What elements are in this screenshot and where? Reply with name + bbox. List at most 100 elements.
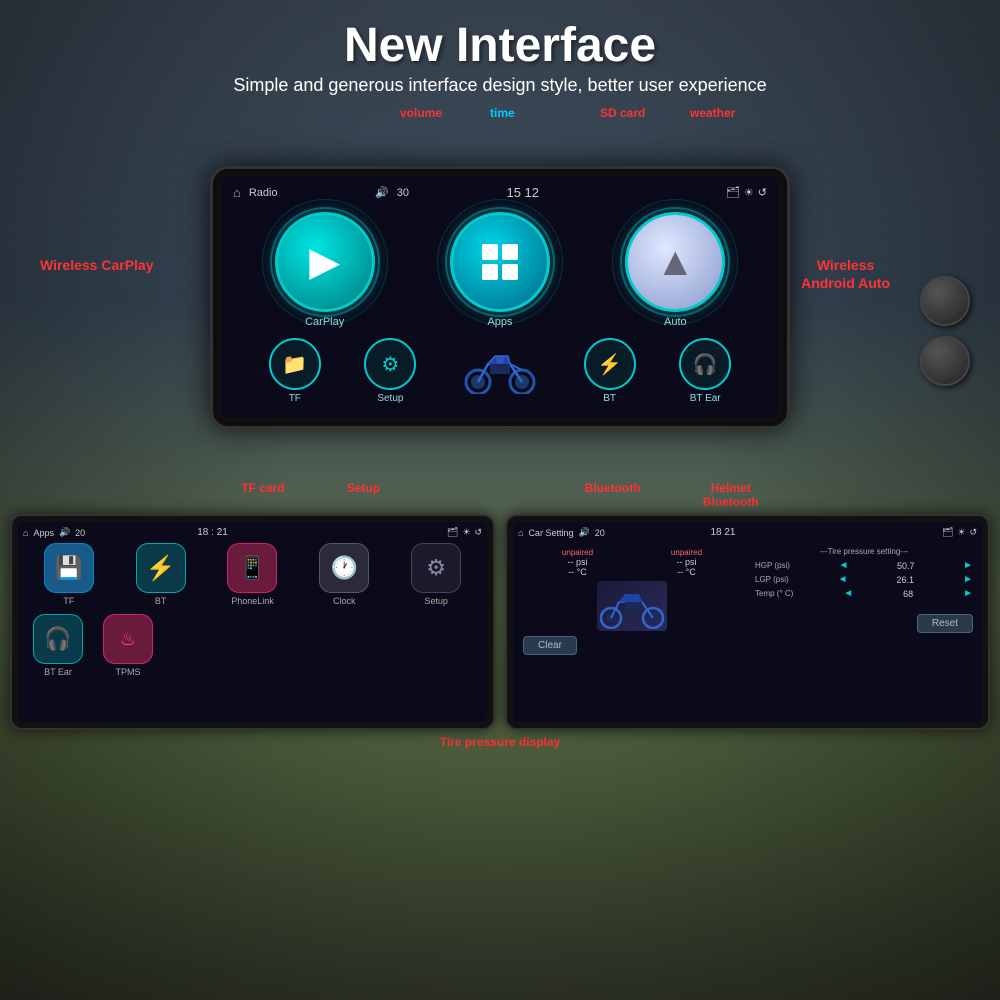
apps-vol-icon: 🔊 (59, 527, 70, 538)
bt-label: BT (603, 393, 616, 404)
bt-ear-label: BT Ear (690, 393, 721, 404)
car-home-icon: ⌂ (518, 528, 523, 538)
car-vol-icon: 🔊 (578, 527, 589, 538)
tpms-icon: ♨ (103, 614, 153, 664)
auto-button[interactable]: ▲ Auto (625, 212, 725, 328)
lgp-setting: LGP (psi) ◄ 26.1 ► (755, 574, 973, 585)
car-title: Car Setting (528, 528, 573, 538)
hgp-label: HGP (psi) (755, 561, 790, 570)
apps-row-1: 💾 TF ⚡ BT 📱 PhoneLink 🕐 Clock (23, 543, 482, 606)
tf-app[interactable]: 💾 TF (44, 543, 94, 606)
tf-app-label: TF (63, 596, 74, 606)
tire-settings-title: ---Tire pressure setting--- (755, 547, 973, 556)
wireless-carplay-label: Wireless CarPlay (40, 256, 154, 274)
auto-icon: ▲ (656, 240, 696, 285)
sd-card-label: SD card (600, 106, 645, 120)
car-right-icons: 🗂 ☀ ↺ (942, 527, 977, 538)
bt-app-icon: ⚡ (136, 543, 186, 593)
apps-home-icon: ⌂ (23, 528, 28, 538)
apps-status-bar: ⌂ Apps 🔊 20 18 : 21 🗂 ☀ ↺ (23, 527, 482, 538)
apps-right-icons: 🗂 ☀ ↺ (447, 527, 482, 538)
temp-value: 68 (903, 589, 913, 599)
back-icon: ↺ (758, 186, 767, 199)
right-tire-status: unpaired (671, 548, 702, 557)
hgp-right-arrow[interactable]: ► (963, 560, 973, 571)
car-vol-value: 20 (595, 528, 605, 538)
bt-app[interactable]: ⚡ BT (136, 543, 186, 606)
wireless-android-label: WirelessAndroid Auto (801, 256, 890, 292)
volume-label: volume (400, 106, 442, 120)
brightness-icon: ☀ (744, 186, 754, 199)
lgp-label: LGP (psi) (755, 575, 789, 584)
setup-label-annot: Setup (347, 481, 380, 509)
temp-setting: Temp (° C) ◄ 68 ► (755, 588, 973, 599)
bt-ear-app-label: BT Ear (44, 667, 72, 677)
car-back-icon: ↺ (969, 527, 977, 538)
bt-ear-icon: 🎧 (679, 338, 731, 390)
right-tire-info: unpaired -- psi -- °C (671, 548, 702, 577)
page-subtitle: Simple and generous interface design sty… (10, 75, 990, 96)
knob-2[interactable] (920, 336, 970, 386)
temp-left-arrow[interactable]: ◄ (843, 588, 853, 599)
hgp-value: 50.7 (897, 561, 915, 571)
apps-button[interactable]: Apps (450, 212, 550, 328)
clock-app[interactable]: 🕐 Clock (319, 543, 369, 606)
apps-row-2: 🎧 BT Ear ♨ TPMS (23, 614, 482, 677)
tf-app-icon: 💾 (44, 543, 94, 593)
bt-app-label: BT (155, 596, 167, 606)
tire-bottom-btns: Clear (523, 636, 741, 655)
tpms-app[interactable]: ♨ TPMS (103, 614, 153, 677)
apps-title: Apps (33, 528, 54, 538)
temp-label: Temp (° C) (755, 589, 793, 598)
apps-sd-icon: 🗂 (447, 527, 458, 538)
volume-value: 30 (397, 187, 409, 199)
setup-app-icon: ⚙ (411, 543, 461, 593)
bt-ear-button[interactable]: 🎧 BT Ear (679, 338, 731, 404)
moto-svg (460, 344, 540, 394)
bt-icon: ⚡ (584, 338, 636, 390)
main-screen: ⌂ Radio 🔊 30 15 12 🗂 ☀ ↺ (221, 177, 779, 418)
car-moto-visual (597, 581, 667, 631)
tf-icon: 📁 (269, 338, 321, 390)
helmet-bt-label: HelmetBluetooth (703, 481, 759, 509)
car-setting-content: unpaired -- psi -- °C unpaired -- psi --… (518, 543, 977, 660)
phonelink-icon: 📱 (227, 543, 277, 593)
left-temp: -- °C (562, 567, 593, 577)
car-time: 18 21 (710, 527, 735, 538)
clear-button[interactable]: Clear (523, 636, 577, 655)
car-moto-svg (597, 584, 667, 629)
bluetooth-label: Bluetooth (585, 481, 641, 509)
bt-ear-app[interactable]: 🎧 BT Ear (33, 614, 83, 677)
tf-button[interactable]: 📁 TF (269, 338, 321, 404)
lgp-right-arrow[interactable]: ► (963, 574, 973, 585)
temp-right-arrow[interactable]: ► (963, 588, 973, 599)
apps-back-icon: ↺ (474, 527, 482, 538)
main-buttons-row: ▶ CarPlay Apps (227, 206, 773, 334)
carplay-button[interactable]: ▶ CarPlay (275, 212, 375, 328)
tire-pressure-label: Tire pressure display (10, 735, 990, 749)
clock-label: Clock (333, 596, 356, 606)
right-psi: -- psi (671, 557, 702, 567)
setup-label: Setup (377, 393, 403, 404)
lgp-left-arrow[interactable]: ◄ (838, 574, 848, 585)
carplay-icon: ▶ (309, 239, 340, 285)
motorcycle-image (460, 344, 540, 399)
reset-button[interactable]: Reset (917, 614, 973, 633)
phonelink-app[interactable]: 📱 PhoneLink (227, 543, 277, 606)
bt-button[interactable]: ⚡ BT (584, 338, 636, 404)
right-icons: 🗂 ☀ ↺ (726, 186, 767, 199)
clock-icon: 🕐 (319, 543, 369, 593)
apps-time: 18 : 21 (197, 527, 228, 538)
knob-1[interactable] (920, 276, 970, 326)
tf-card-label: TF card (241, 481, 284, 509)
apps-vol-value: 20 (75, 528, 85, 538)
hgp-left-arrow[interactable]: ◄ (839, 560, 849, 571)
knobs-container (920, 276, 970, 386)
car-setting-screen: ⌂ Car Setting 🔊 20 18 21 🗂 ☀ ↺ (513, 522, 982, 722)
car-brightness-icon: ☀ (957, 527, 965, 538)
setup-button[interactable]: ⚙ Setup (364, 338, 416, 404)
setup-app[interactable]: ⚙ Setup (411, 543, 461, 606)
small-buttons-row: 📁 TF ⚙ Setup (227, 334, 773, 408)
car-setting-device: ⌂ Car Setting 🔊 20 18 21 🗂 ☀ ↺ (505, 514, 990, 730)
main-device: ⌂ Radio 🔊 30 15 12 🗂 ☀ ↺ (210, 166, 790, 429)
